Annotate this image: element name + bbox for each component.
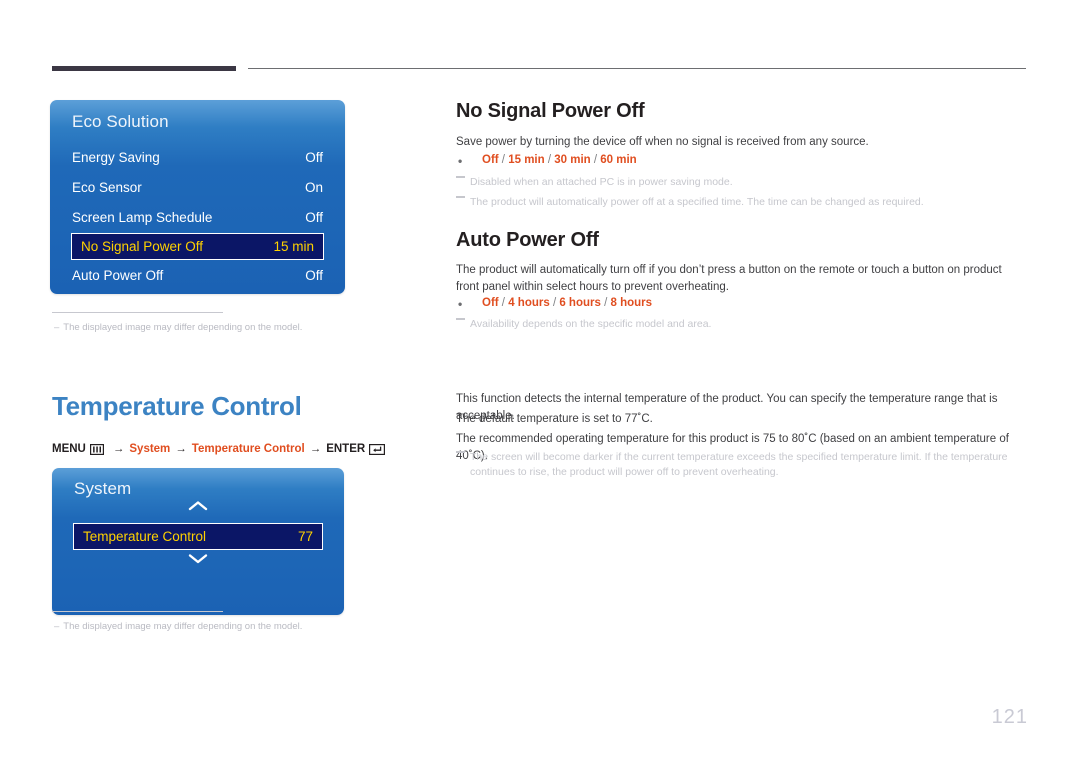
header-rule-dark	[52, 66, 236, 71]
osd-row-value: Off	[305, 150, 323, 165]
bullet-options-wrap: Off / 15 min / 30 min / 60 min	[482, 154, 637, 166]
osd-row-label: Energy Saving	[72, 150, 160, 165]
eco-panel-footnote: – The displayed image may differ dependin…	[52, 312, 302, 334]
option-separator: /	[590, 154, 601, 166]
menu-path-step-system: System	[129, 443, 171, 455]
no-signal-power-off-heading: No Signal Power Off	[456, 100, 645, 122]
footnote-text-wrap: – The displayed image may differ dependin…	[52, 322, 302, 334]
footnote-divider	[52, 611, 223, 612]
osd-row-label: Auto Power Off	[72, 268, 164, 283]
no-signal-note-1: Disabled when an attached PC is in power…	[456, 175, 1026, 190]
note-dash-icon	[456, 450, 467, 453]
osd-row-auto-power-off[interactable]: Auto Power Off Off	[72, 261, 323, 290]
note-dash-icon	[456, 175, 467, 178]
footnote-label: The displayed image may differ depending…	[63, 621, 303, 632]
osd-row-screen-lamp-schedule[interactable]: Screen Lamp Schedule Off	[72, 203, 323, 232]
osd-row-value: 77	[297, 529, 313, 544]
note-text: The screen will become darker if the cur…	[470, 451, 1008, 479]
footnote-divider	[52, 312, 223, 313]
no-signal-note-2: The product will automatically power off…	[456, 195, 1026, 210]
option-separator: /	[544, 154, 555, 166]
chevron-up-icon[interactable]	[52, 499, 344, 521]
eco-solution-osd-panel: Eco Solution Energy Saving Off Eco Senso…	[50, 100, 345, 294]
option-8hours: 8 hours	[610, 297, 653, 309]
bullet-options-wrap: Off / 4 hours / 6 hours / 8 hours	[482, 297, 652, 309]
menu-path-arrow: →	[175, 443, 187, 455]
note-text: Disabled when an attached PC is in power…	[470, 176, 733, 188]
option-4hours: 4 hours	[508, 297, 550, 309]
temperature-control-note-1: The screen will become darker if the cur…	[456, 450, 1008, 480]
chevron-down-icon[interactable]	[52, 552, 344, 574]
page-number: 121	[991, 706, 1028, 728]
osd-row-label: Eco Sensor	[72, 180, 142, 195]
osd-row-label: Temperature Control	[83, 529, 207, 544]
osd-row-value: On	[304, 180, 323, 195]
option-60min: 60 min	[600, 154, 637, 166]
eco-solution-row-list: Energy Saving Off Eco Sensor On Screen L…	[50, 143, 345, 290]
footnote-dash: –	[54, 322, 60, 333]
footnote-dash: –	[54, 621, 60, 632]
osd-row-temperature-control[interactable]: Temperature Control 77	[73, 523, 323, 550]
menu-path-menu-label: MENU	[52, 443, 86, 455]
temperature-control-heading: Temperature Control	[52, 391, 302, 421]
osd-row-value: Off	[305, 268, 323, 283]
option-separator: /	[498, 297, 509, 309]
note-dash-icon	[456, 317, 467, 320]
option-separator: /	[549, 297, 560, 309]
menu-path-step-temperature-control: Temperature Control	[191, 443, 305, 455]
option-15min: 15 min	[508, 154, 545, 166]
osd-row-label: No Signal Power Off	[81, 239, 204, 254]
option-30min: 30 min	[554, 154, 591, 166]
bullet-dot-icon: •	[458, 297, 463, 311]
eco-solution-panel-title: Eco Solution	[72, 112, 169, 131]
option-off: Off	[482, 154, 499, 166]
menu-grid-icon	[89, 443, 104, 455]
auto-power-off-options: • Off / 4 hours / 6 hours / 8 hours	[458, 297, 1023, 311]
temperature-control-paragraph-2: The default temperature is set to 77˚C.	[456, 413, 653, 425]
auto-power-off-note-1: Availability depends on the specific mod…	[456, 317, 1026, 332]
osd-row-energy-saving[interactable]: Energy Saving Off	[72, 143, 323, 172]
menu-path-arrow: →	[309, 443, 322, 455]
menu-path-arrow: →	[112, 443, 125, 455]
note-text: The product will automatically power off…	[470, 196, 924, 208]
system-panel-title: System	[74, 479, 132, 498]
note-dash-icon	[456, 195, 467, 198]
bullet-dot-icon: •	[458, 154, 463, 168]
auto-power-off-heading: Auto Power Off	[456, 229, 599, 251]
header-rule-thin	[248, 68, 1026, 69]
system-panel-footnote: – The displayed image may differ dependin…	[52, 611, 302, 633]
menu-path-enter-label: ENTER	[326, 443, 366, 455]
option-off: Off	[482, 297, 499, 309]
temperature-control-menu-path: MENU → System → Temperature Control → EN…	[52, 443, 389, 455]
osd-row-label: Screen Lamp Schedule	[72, 210, 213, 225]
auto-power-off-description: The product will automatically turn off …	[456, 264, 1002, 293]
footnote-label: The displayed image may differ depending…	[63, 322, 303, 333]
option-6hours: 6 hours	[559, 297, 601, 309]
no-signal-power-off-options: • Off / 15 min / 30 min / 60 min	[458, 154, 1023, 168]
note-text: Availability depends on the specific mod…	[470, 318, 712, 330]
enter-return-icon	[369, 443, 386, 455]
option-separator: /	[498, 154, 509, 166]
osd-row-no-signal-power-off[interactable]: No Signal Power Off 15 min	[71, 233, 324, 260]
footnote-text-wrap: – The displayed image may differ dependin…	[52, 621, 302, 633]
system-osd-panel: System Temperature Control 77	[52, 468, 344, 615]
no-signal-power-off-description: Save power by turning the device off whe…	[456, 136, 869, 148]
osd-row-eco-sensor[interactable]: Eco Sensor On	[72, 173, 323, 202]
osd-row-value: Off	[305, 210, 323, 225]
osd-row-value: 15 min	[273, 239, 314, 254]
